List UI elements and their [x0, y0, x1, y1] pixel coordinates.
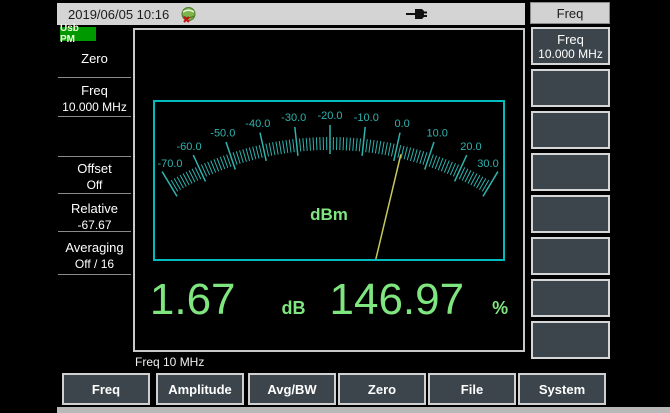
svg-text:-60.0: -60.0 [177, 141, 202, 153]
svg-text:0.0: 0.0 [395, 118, 410, 130]
softkey-blank-1[interactable] [531, 69, 610, 107]
softkey-blank-7[interactable] [531, 321, 610, 359]
sidebar-divider [58, 274, 131, 275]
sidebar-divider [58, 231, 131, 232]
softkey-blank-4[interactable] [531, 195, 610, 233]
sidebar-divider [58, 156, 131, 157]
softkey-freq-value: 10.000 MHz [538, 46, 603, 61]
svg-text:-30.0: -30.0 [281, 112, 306, 124]
status-freq-label: Freq [81, 83, 108, 98]
svg-text:-70.0: -70.0 [157, 158, 182, 170]
status-averaging-value: Off / 16 [74, 257, 115, 271]
menu-system-button[interactable]: System [518, 373, 606, 405]
menu-avgbw-button[interactable]: Avg/BW [248, 373, 336, 405]
gauge-scale: -70.0 -60.0 -50.0 -40.0 -30.0 -20.0 -10.0 0.0 10… [157, 110, 499, 259]
menu-zero-button[interactable]: Zero [338, 373, 426, 405]
usb-pm-status-badge: Usb PM [60, 23, 96, 45]
status-zero: Zero [58, 52, 131, 66]
svg-text:-10.0: -10.0 [354, 112, 379, 124]
softkey-menu-title: Freq [530, 2, 610, 24]
softkey-blank-6[interactable] [531, 279, 610, 317]
status-zero-label: Zero [81, 51, 108, 66]
status-averaging: Averaging Off / 16 [58, 241, 131, 271]
sidebar-divider [58, 193, 131, 194]
measurement-panel: -70.0 -60.0 -50.0 -40.0 -30.0 -20.0 -10.0 0.0 10… [133, 28, 525, 352]
relative-reading-unit: dB [281, 298, 306, 318]
top-status-bar: 2019/06/05 10:16 [57, 3, 525, 25]
status-freq-value: 10.000 MHz [62, 100, 127, 114]
datetime-text: 2019/06/05 10:16 [68, 6, 170, 22]
svg-text:30.0: 30.0 [477, 158, 498, 170]
softkey-blank-3[interactable] [531, 153, 610, 191]
screen-bottom-edge [57, 407, 670, 413]
status-offset: Offset Off [58, 162, 131, 192]
status-relative: Relative -67.67 [58, 202, 131, 232]
relative-reading-value: 1.67 [149, 275, 236, 324]
softkey-blank-5[interactable] [531, 237, 610, 275]
meter-gauge: -70.0 -60.0 -50.0 -40.0 -30.0 -20.0 -10.0 0.0 10… [153, 100, 505, 261]
svg-text:-40.0: -40.0 [245, 118, 270, 130]
status-averaging-label: Averaging [65, 240, 124, 255]
menu-file-button[interactable]: File [428, 373, 516, 405]
menu-freq-button[interactable]: Freq [62, 373, 150, 405]
sidebar-divider [58, 116, 131, 117]
freq-status-line: Freq 10 MHz [135, 355, 205, 369]
status-freq: Freq 10.000 MHz [58, 84, 131, 114]
sidebar-divider [58, 77, 131, 78]
gps-disconnected-icon [180, 6, 197, 23]
status-offset-value: Off [86, 178, 103, 192]
menu-amplitude-button[interactable]: Amplitude [156, 373, 244, 405]
softkey-freq-label: Freq [557, 31, 584, 47]
svg-text:-50.0: -50.0 [210, 128, 235, 140]
percent-reading-value: 146.97 [329, 275, 465, 324]
percent-reading-unit: % [492, 298, 509, 318]
gauge-unit-label: dBm [310, 205, 348, 224]
svg-text:10.0: 10.0 [426, 128, 447, 140]
status-offset-label: Offset [77, 161, 112, 176]
svg-text:-20.0: -20.0 [317, 110, 342, 122]
status-relative-label: Relative [71, 201, 118, 216]
svg-text:20.0: 20.0 [460, 141, 481, 153]
readings-row: 1.67 dB 146.97 % [135, 278, 523, 322]
softkey-blank-2[interactable] [531, 111, 610, 149]
dc-power-icon [405, 7, 433, 21]
softkey-freq[interactable]: Freq 10.000 MHz [531, 27, 610, 65]
